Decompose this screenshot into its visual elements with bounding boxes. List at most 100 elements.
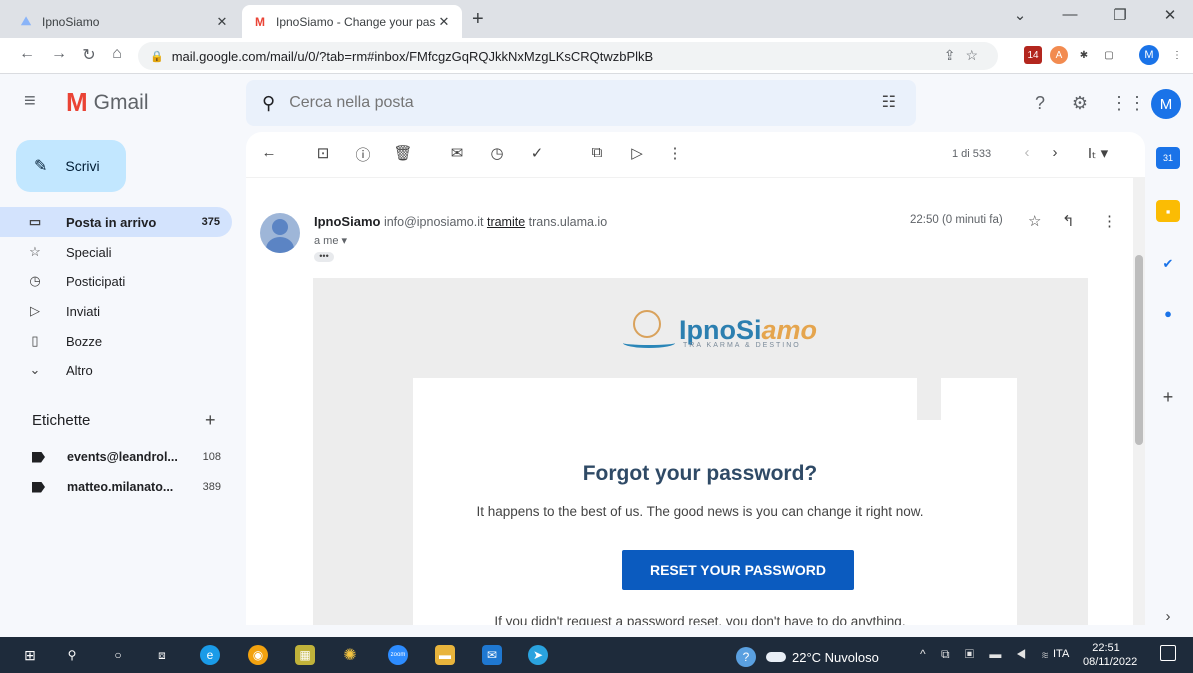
gmail-logo[interactable]: M Gmail	[66, 87, 149, 118]
extension-badge-icon[interactable]: 14	[1024, 46, 1042, 64]
calculator-icon[interactable]: ▦	[295, 645, 315, 665]
reset-password-button[interactable]: RESET YOUR PASSWORD	[622, 550, 854, 590]
zoom-icon[interactable]: zoom	[388, 645, 408, 665]
label-count: 108	[202, 451, 221, 463]
gmail-m-icon: M	[66, 87, 88, 117]
add-label-button[interactable]: +	[205, 410, 216, 431]
back-icon[interactable]: ←	[16, 45, 38, 63]
browser-tab-ipnosiamo[interactable]: ⛰ IpnoSiamo ✕	[8, 5, 240, 38]
add-task-icon[interactable]: ✓	[526, 144, 548, 162]
contacts-icon[interactable]: ●	[1156, 302, 1180, 324]
search-bar[interactable]: ⚲ ☷	[246, 80, 916, 126]
mail-app-icon[interactable]: ✉	[482, 645, 502, 665]
newer-icon[interactable]: ‹	[1016, 144, 1038, 161]
extension-icon[interactable]: A	[1050, 46, 1068, 64]
restore-icon[interactable]: ❐	[1097, 6, 1143, 24]
search-input[interactable]	[289, 94, 850, 112]
forward-icon[interactable]: →	[48, 45, 70, 63]
clock-date: 08/11/2022	[1083, 656, 1138, 668]
telegram-icon[interactable]: ➤	[528, 645, 548, 665]
windows-start-icon[interactable]: ⊞	[20, 645, 40, 665]
show-trimmed-icon[interactable]: •••	[314, 252, 334, 262]
sidebar-item-inbox[interactable]: ▭ Posta in arrivo 375	[0, 207, 232, 237]
mark-unread-icon[interactable]: ✉	[446, 144, 468, 162]
sidebar-item-drafts[interactable]: ▯ Bozze	[0, 326, 232, 356]
delete-icon[interactable]: 🗑	[392, 144, 414, 162]
browser-tabbar: ⛰ IpnoSiamo ✕ M IpnoSiamo - Change your …	[0, 0, 1193, 38]
label-item[interactable]: events@leandrol... 108	[32, 445, 227, 469]
email-heading: Forgot your password?	[582, 462, 818, 485]
brand-tagline: TRA KARMA & DESTINO	[683, 342, 801, 349]
settings-gear-icon[interactable]: ⚙	[1068, 93, 1092, 114]
recipient-details[interactable]: a me ▾	[314, 234, 347, 247]
search-icon[interactable]: ⚲	[62, 645, 82, 665]
send-icon: ▷	[30, 303, 40, 318]
move-to-icon[interactable]: ⧉	[586, 144, 608, 161]
new-tab-button[interactable]: +	[472, 8, 484, 31]
tasks-icon[interactable]: ✔	[1156, 253, 1180, 275]
via-link[interactable]: tramite	[487, 215, 525, 229]
search-icon[interactable]: ⚲	[262, 93, 275, 114]
tab-search-icon[interactable]: ⌄	[997, 6, 1043, 24]
cortana-icon[interactable]: ○	[108, 645, 128, 665]
edge-icon[interactable]: e	[200, 645, 220, 665]
help-icon[interactable]: ?	[1028, 93, 1052, 114]
minimize-icon[interactable]: —	[1047, 6, 1093, 23]
input-tools-icon[interactable]: Iₜ ▾	[1078, 144, 1118, 162]
menu-kebab-icon[interactable]: ⋮	[1168, 46, 1186, 64]
weather-widget[interactable]: ? 22°C Nuvoloso	[736, 647, 879, 667]
notification-center-icon[interactable]	[1160, 645, 1176, 661]
calendar-icon[interactable]: 31	[1156, 147, 1180, 169]
report-spam-icon[interactable]: ⓘ	[352, 144, 374, 165]
puzzle-icon[interactable]: ✱	[1075, 46, 1093, 64]
browser-profile-avatar[interactable]: M	[1139, 45, 1159, 65]
help-circle-icon[interactable]: ?	[736, 647, 756, 667]
task-view-icon[interactable]: ⧈	[152, 645, 172, 665]
language-indicator[interactable]: ITA	[1053, 648, 1069, 660]
sidebar-item-sent[interactable]: ▷ Inviati	[0, 296, 232, 326]
browser-tab-gmail[interactable]: M IpnoSiamo - Change your passw ✕	[242, 5, 462, 38]
back-to-inbox-icon[interactable]: ←	[258, 144, 280, 161]
search-options-icon[interactable]: ☷	[882, 92, 896, 112]
reload-icon[interactable]: ↻	[78, 45, 100, 65]
window-close-icon[interactable]: ✕	[1147, 6, 1193, 24]
clock-icon: ◷	[29, 273, 41, 288]
account-avatar[interactable]: M	[1151, 89, 1181, 119]
sidepanel-icon[interactable]: ▢	[1100, 46, 1118, 64]
apps-grid-icon[interactable]: ⋮⋮	[1110, 93, 1146, 114]
sidebar-item-starred[interactable]: ☆ Speciali	[0, 237, 232, 267]
file-explorer-icon[interactable]: ▬	[435, 645, 455, 665]
sender-name[interactable]: IpnoSiamo	[314, 214, 380, 229]
url-field[interactable]: 🔒 mail.google.com/mail/u/0/?tab=rm#inbox…	[138, 42, 998, 70]
home-icon[interactable]: ⌂	[106, 45, 128, 63]
close-tab-icon[interactable]: ✕	[436, 14, 452, 30]
message-panel: ← ⊡ ⓘ 🗑 ✉ ◷ ✓ ⧉ ▷ ⋮ 1 di 533 ‹ › Iₜ ▾ Ip…	[246, 132, 1145, 625]
message-more-icon[interactable]: ⋮	[1102, 212, 1117, 230]
main-menu-icon[interactable]: ≡	[24, 90, 36, 113]
clock[interactable]: 22:51 08/11/2022	[1083, 641, 1138, 669]
keep-icon[interactable]: ▪	[1156, 200, 1180, 222]
message-scrollbar-thumb[interactable]	[1135, 255, 1143, 445]
sidebar-item-snoozed[interactable]: ◷ Posticipati	[0, 266, 232, 296]
share-bookmark-icons[interactable]: ⇪☆	[944, 47, 988, 64]
lock-icon: 🔒	[150, 50, 164, 63]
show-side-panel-icon[interactable]: ›	[1156, 605, 1180, 627]
sidebar-item-more[interactable]: ⌄ Altro	[0, 355, 232, 385]
reply-icon[interactable]: ↰	[1062, 212, 1075, 230]
system-tray-icons[interactable]: ^ ⧉ ▣ ▬ ◀ ≋	[920, 647, 1054, 662]
archive-icon[interactable]: ⊡	[312, 144, 334, 162]
tab-title: IpnoSiamo	[42, 14, 100, 29]
add-addon-icon[interactable]: +	[1156, 386, 1180, 408]
more-actions-icon[interactable]: ⋮	[664, 144, 686, 162]
star-icon[interactable]: ☆	[1028, 212, 1041, 230]
chrome-icon[interactable]: ◉	[248, 645, 268, 665]
paint-icon[interactable]: ✺	[340, 645, 360, 665]
star-icon: ☆	[29, 244, 41, 259]
close-tab-icon[interactable]: ✕	[214, 14, 230, 30]
compose-button[interactable]: ✎ Scrivi	[16, 140, 126, 192]
sender-avatar	[260, 213, 300, 253]
older-icon[interactable]: ›	[1044, 144, 1066, 161]
snooze-icon[interactable]: ◷	[486, 144, 508, 162]
label-icon[interactable]: ▷	[626, 144, 648, 162]
label-item[interactable]: matteo.milanato... 389	[32, 475, 227, 499]
